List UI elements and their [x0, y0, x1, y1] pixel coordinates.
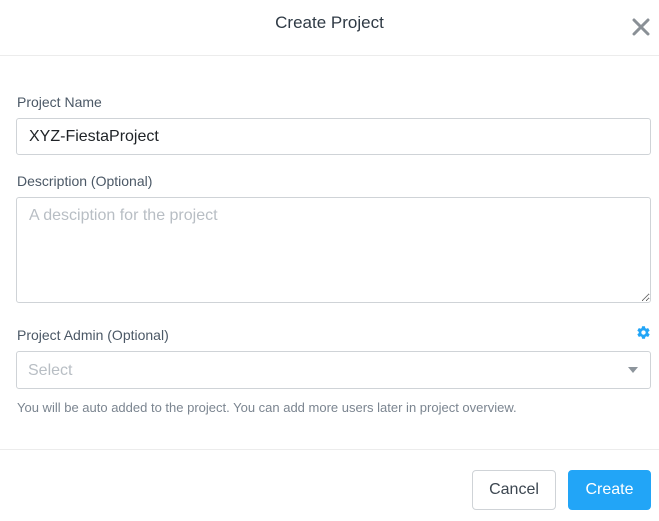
project-name-label: Project Name	[17, 94, 102, 110]
project-admin-label: Project Admin (Optional)	[17, 327, 169, 343]
close-button[interactable]	[631, 17, 651, 37]
select-placeholder: Select	[28, 362, 73, 379]
project-name-input[interactable]	[16, 118, 651, 155]
footer-divider	[0, 449, 659, 450]
dialog-header: Create Project	[0, 0, 659, 56]
description-textarea[interactable]	[16, 197, 651, 303]
cancel-button[interactable]: Cancel	[472, 470, 556, 510]
description-label: Description (Optional)	[17, 173, 153, 189]
admin-hint-text: You will be auto added to the project. Y…	[17, 400, 517, 415]
admin-settings-button[interactable]	[636, 325, 651, 340]
close-icon	[632, 18, 650, 36]
create-project-dialog: Create Project Project Name Description …	[0, 0, 659, 521]
chevron-down-icon	[628, 367, 638, 373]
create-button[interactable]: Create	[568, 470, 651, 510]
project-admin-select[interactable]: Select	[16, 351, 651, 389]
gear-icon	[637, 326, 650, 339]
dialog-title: Create Project	[275, 13, 384, 32]
